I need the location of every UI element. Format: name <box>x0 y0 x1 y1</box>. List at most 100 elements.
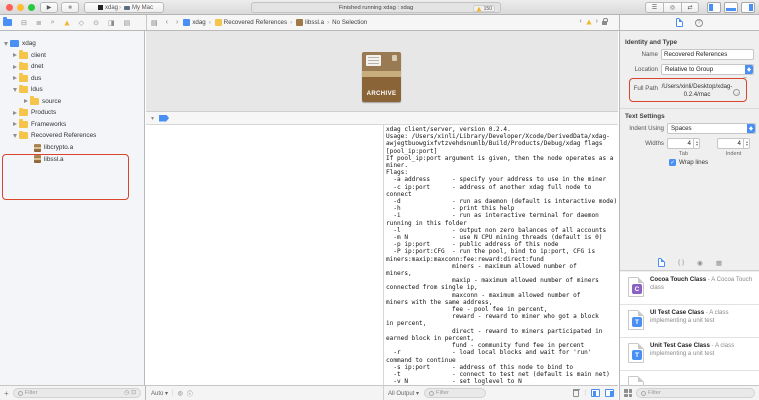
tree-row-recovered-references[interactable]: Recovered References <box>0 130 145 141</box>
group-folder-icon <box>215 19 222 26</box>
info-icon[interactable]: ⓘ <box>187 389 193 398</box>
warning-count-badge[interactable]: 150 <box>473 5 495 12</box>
debug-navigator-icon[interactable]: ⊙ <box>93 19 99 27</box>
clear-console-icon[interactable] <box>573 390 579 397</box>
filter-icon <box>641 391 646 396</box>
disclosure-closed-icon[interactable] <box>13 53 17 57</box>
add-button[interactable]: + <box>4 389 9 398</box>
tree-row-folder[interactable]: dus <box>0 73 145 84</box>
tree-label: dus <box>31 75 41 82</box>
tree-row-folder[interactable]: source <box>0 96 145 107</box>
tree-row-project[interactable]: xdag <box>0 38 145 49</box>
disclosure-closed-icon[interactable] <box>13 111 17 115</box>
minimize-window-button[interactable] <box>17 4 24 11</box>
source-control-navigator-icon[interactable]: ⊟ <box>21 19 27 27</box>
breakpoints-toggle-icon[interactable] <box>159 115 169 122</box>
navigator-filter-bar: + Filter ◷ ⊡ <box>0 385 146 400</box>
disclosure-open-icon[interactable] <box>4 42 8 46</box>
project-navigator-icon[interactable] <box>3 19 12 26</box>
disclosure-closed-icon[interactable] <box>13 76 17 80</box>
hide-debug-area-icon[interactable]: ▾ <box>151 115 154 122</box>
standard-editor-button[interactable]: ☰ <box>645 2 663 13</box>
archive-file-icon <box>296 19 303 26</box>
breadcrumb-selection[interactable]: No Selection <box>332 19 367 26</box>
tree-label: source <box>42 98 61 105</box>
console-filter-field[interactable]: Filter <box>424 388 486 398</box>
object-library-icon[interactable]: ◉ <box>697 259 703 267</box>
version-editor-button[interactable]: ⇄ <box>681 2 699 13</box>
media-library-icon[interactable]: ▦ <box>716 259 722 267</box>
library-item-name: UI Test Case Class <box>650 309 704 316</box>
tree-row-libcrypto[interactable]: libcrypto.a <box>0 142 145 153</box>
symbol-navigator-icon[interactable]: ≣ <box>36 19 42 27</box>
tab-width-field[interactable]: 4 <box>667 138 700 149</box>
variables-scope-dropdown[interactable]: Auto ▾ <box>151 390 168 397</box>
disclosure-closed-icon[interactable] <box>13 122 17 126</box>
forward-icon[interactable]: › <box>176 19 178 26</box>
archive-file-thumbnail: ARCHIVE <box>362 52 401 102</box>
scheme-selector[interactable]: xdag › My Mac <box>84 2 164 13</box>
file-inspector-icon[interactable] <box>676 18 683 27</box>
toggle-debug-area-button[interactable] <box>724 2 738 13</box>
navigator-filter-field[interactable]: Filter ◷ ⊡ <box>13 388 141 398</box>
disclosure-closed-icon[interactable] <box>13 65 17 69</box>
test-navigator-icon[interactable]: ◇ <box>79 19 84 27</box>
previous-issue-icon[interactable]: ‹ <box>579 18 581 25</box>
toggle-navigator-button[interactable] <box>707 2 721 13</box>
version-editor-icon: ⇄ <box>687 4 692 11</box>
library-filter-field[interactable]: Filter <box>636 388 755 398</box>
location-dropdown[interactable]: Relative to Group <box>661 64 754 75</box>
close-window-button[interactable] <box>6 4 13 11</box>
indent-using-dropdown[interactable]: Spaces <box>667 123 756 134</box>
variables-view-bar: Auto ▾ | ◎ ⓘ <box>146 385 384 400</box>
console-output[interactable]: xdag client/server, version 0.2.4. Usage… <box>384 125 618 385</box>
disclosure-open-icon[interactable] <box>13 134 17 138</box>
related-items-icon[interactable]: ▤ <box>151 19 158 27</box>
show-variables-view-toggle[interactable] <box>591 389 600 397</box>
stepper-icon[interactable] <box>743 139 749 148</box>
breadcrumb-file[interactable]: libssl.a <box>305 19 324 26</box>
disclosure-open-icon[interactable] <box>13 88 17 92</box>
breadcrumb-project[interactable]: xdag <box>192 19 205 26</box>
tree-row-folder[interactable]: ldus <box>0 84 145 95</box>
quick-help-icon[interactable]: ? <box>695 19 703 27</box>
tree-row-folder[interactable]: Frameworks <box>0 119 145 130</box>
library-item-unit-test-case-class[interactable]: T Unit Test Case Class - A class impleme… <box>620 338 759 371</box>
back-icon[interactable]: ‹ <box>166 19 168 26</box>
recents-icon[interactable]: ◷ <box>124 390 129 396</box>
name-field[interactable] <box>661 49 754 60</box>
issue-navigator-icon[interactable] <box>64 20 69 25</box>
tree-row-folder[interactable]: client <box>0 50 145 61</box>
quicklook-icon[interactable]: ◎ <box>178 390 183 397</box>
breakpoint-navigator-icon[interactable]: ◨ <box>108 19 115 27</box>
show-console-view-toggle[interactable] <box>605 389 614 397</box>
next-issue-icon[interactable]: › <box>596 18 598 25</box>
indent-width-field[interactable]: 4 <box>717 138 750 149</box>
library-item-ui-test-case-class[interactable]: T UI Test Case Class - A class implement… <box>620 305 759 338</box>
file-template-library-icon[interactable] <box>658 258 665 267</box>
library-item-cocoa-touch-class[interactable]: C Cocoa Touch Class - A Cocoa Touch clas… <box>620 272 759 305</box>
wrap-lines-checkbox[interactable]: ✓ <box>669 159 676 166</box>
tree-row-folder[interactable]: dnet <box>0 61 145 72</box>
breadcrumb-group[interactable]: Recovered References <box>224 19 287 26</box>
tree-row-folder[interactable]: Products <box>0 107 145 118</box>
report-navigator-icon[interactable]: ▤ <box>124 19 131 27</box>
run-button[interactable]: ▶ <box>40 2 58 13</box>
source-control-filter-icon[interactable]: ⊡ <box>131 390 136 396</box>
project-navigator: xdag client dnet dus ldus source Product… <box>0 31 145 385</box>
stepper-icon[interactable] <box>693 139 699 148</box>
wrap-lines-label: Wrap lines <box>679 159 708 166</box>
debug-panel-icon <box>726 8 736 11</box>
assistant-editor-button[interactable]: ◎ <box>663 2 681 13</box>
zoom-window-button[interactable] <box>28 4 35 11</box>
breadcrumb-separator: › <box>327 19 329 26</box>
grid-view-icon[interactable] <box>624 389 632 397</box>
disclosure-closed-icon[interactable] <box>24 99 28 103</box>
library-item-partial[interactable] <box>620 371 759 383</box>
console-scope-dropdown[interactable]: All Output ▾ <box>388 390 419 397</box>
toggle-inspector-button[interactable] <box>741 2 755 13</box>
find-navigator-icon[interactable]: ⌕ <box>51 19 55 27</box>
console-bar: All Output ▾ Filter | <box>384 385 618 400</box>
stop-button[interactable]: ■ <box>61 2 79 13</box>
code-snippet-library-icon[interactable]: { } <box>678 259 684 266</box>
